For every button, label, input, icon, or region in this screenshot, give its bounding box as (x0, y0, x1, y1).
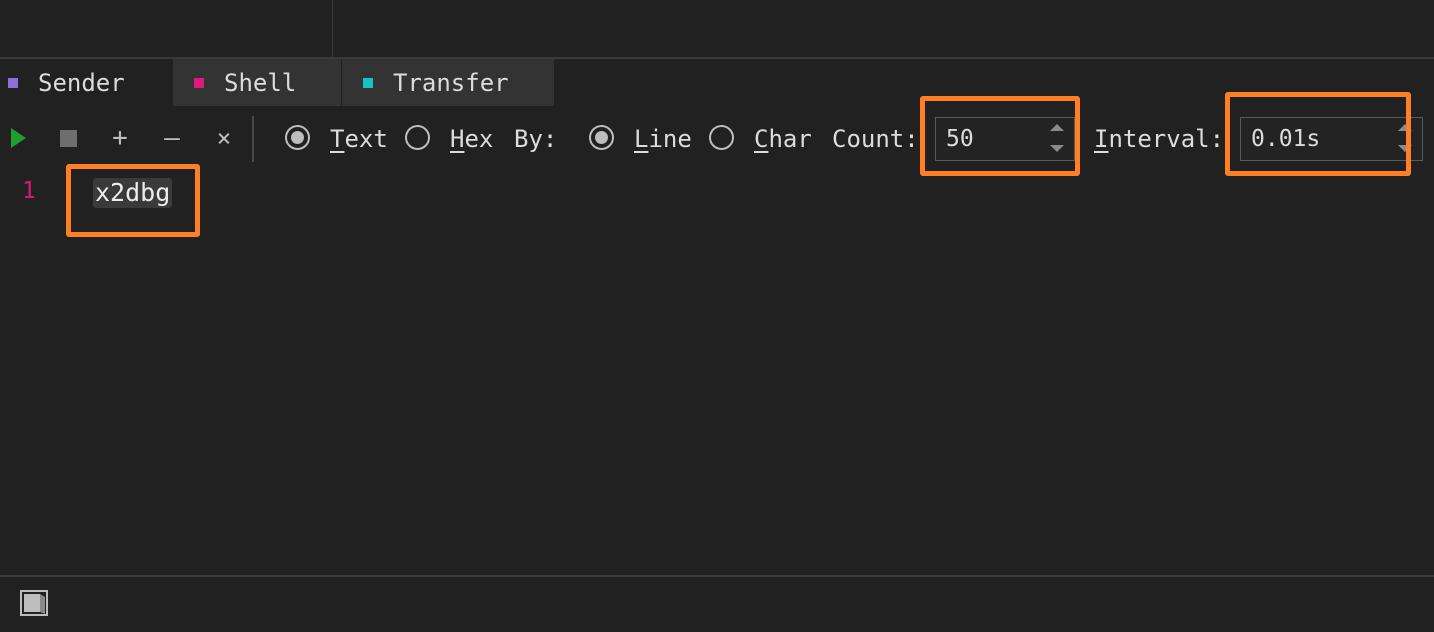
tab-sender-label: Sender (38, 68, 125, 97)
panel-icon[interactable] (20, 589, 48, 617)
line-number: 1 (22, 178, 36, 204)
radio-selected-dot (595, 131, 608, 144)
interval-label: Interval: (1094, 125, 1225, 153)
stop-button[interactable] (50, 120, 86, 156)
transfer-color-icon (363, 77, 373, 88)
minus-icon: – (164, 123, 180, 153)
spin-up-icon[interactable] (1050, 124, 1064, 131)
char-mode-radio[interactable] (709, 125, 734, 150)
text-mode-label[interactable]: Text (330, 124, 388, 154)
clear-button[interactable]: × (206, 120, 242, 156)
send-button[interactable] (0, 120, 36, 156)
line-mode-label[interactable]: Line (634, 124, 692, 154)
char-mode-label[interactable]: Char (754, 124, 812, 154)
add-line-button[interactable]: + (102, 120, 138, 156)
count-value[interactable]: 50 (946, 118, 974, 160)
interval-value[interactable]: 0.01s (1251, 118, 1320, 160)
toolbar-divider (252, 116, 254, 162)
spin-down-icon[interactable] (1050, 145, 1064, 152)
plus-icon: + (112, 123, 128, 153)
tab-transfer-label: Transfer (393, 68, 509, 97)
tab-shell-label: Shell (224, 68, 297, 97)
bottom-separator (0, 575, 1434, 577)
remove-line-button[interactable]: – (154, 120, 190, 156)
sender-color-icon (8, 77, 18, 88)
hex-mode-radio[interactable] (405, 125, 430, 150)
by-label: By: (514, 125, 558, 153)
tab-sender[interactable]: Sender (0, 59, 172, 106)
editor-line-text[interactable]: x2dbg (93, 178, 173, 208)
interval-spinbox[interactable]: 0.01s (1240, 117, 1423, 161)
line-mode-radio[interactable] (589, 125, 614, 150)
count-spinbox[interactable]: 50 (935, 117, 1075, 161)
radio-selected-dot (291, 131, 304, 144)
hex-mode-label[interactable]: Hex (450, 124, 493, 154)
spin-down-icon[interactable] (1398, 145, 1412, 152)
count-label: Count: (832, 125, 919, 153)
spin-up-icon[interactable] (1398, 124, 1412, 131)
top-pane-divider (332, 0, 333, 57)
close-icon: × (216, 124, 232, 152)
shell-color-icon (194, 77, 204, 88)
tab-transfer[interactable]: Transfer (342, 59, 554, 106)
play-icon (10, 128, 26, 148)
text-mode-radio[interactable] (285, 125, 310, 150)
tab-shell[interactable]: Shell (173, 59, 341, 106)
stop-icon (59, 129, 77, 147)
